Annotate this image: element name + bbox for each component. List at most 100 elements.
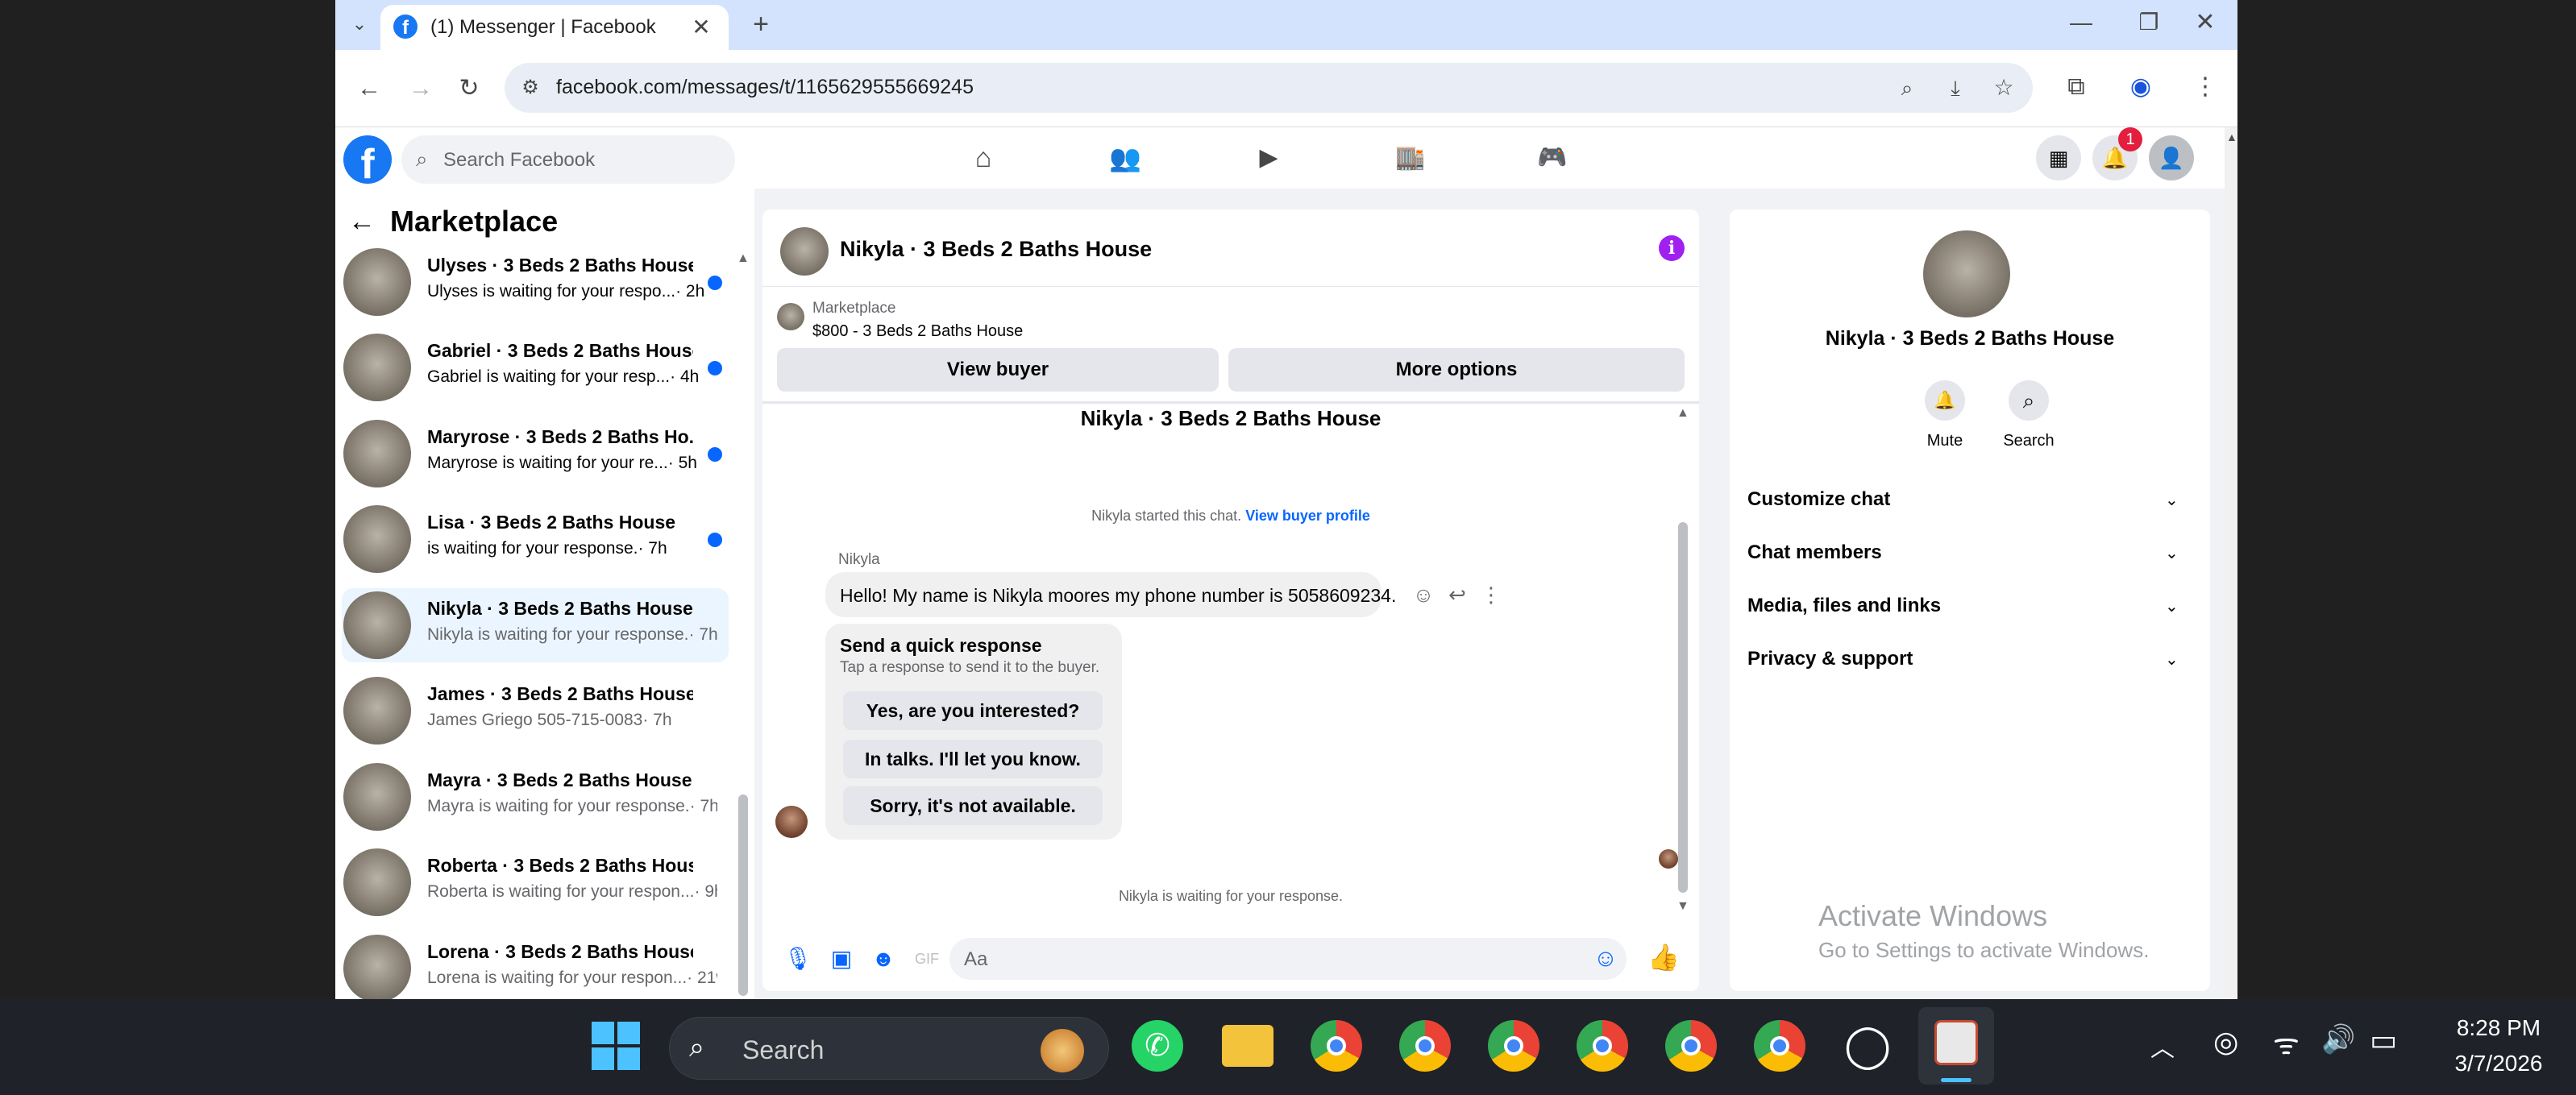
quick-response-interested-button[interactable]: Yes, are you interested? [843,691,1103,730]
message-bubble[interactable]: Hello! My name is Nikyla moores my phone… [825,572,1396,617]
whatsapp-icon[interactable]: ✆ [1132,1020,1183,1072]
customize-chat-section[interactable]: Customize chat [1747,488,1890,511]
chrome-profile-icon[interactable] [1577,1020,1628,1072]
chrome-profile-i-icon[interactable] [1488,1020,1539,1072]
listing-thumbnail [777,303,804,330]
sticker-icon[interactable]: ☻ [867,943,900,975]
home-icon[interactable]: ⌂ [967,142,999,174]
conversation-item[interactable]: Maryrose · 3 Beds 2 Baths Ho... Maryrose… [342,417,729,491]
chevron-down-icon[interactable]: ⌄ [2165,543,2179,563]
attach-photo-icon[interactable]: ▣ [825,943,858,975]
chat-scroll-down-icon[interactable]: ▼ [1676,899,1689,914]
page-scroll-up-icon[interactable]: ▲ [2226,131,2237,143]
conversation-item[interactable]: Lisa · 3 Beds 2 Baths House is waiting f… [342,502,729,576]
gaming-icon[interactable]: 🎮 [1536,142,1568,174]
zoom-icon[interactable]: ⌕ [1891,72,1923,104]
show-hidden-icons-icon[interactable]: ︿ [2150,1028,2175,1064]
chat-avatar[interactable] [780,227,829,276]
video-icon[interactable]: ▶ [1253,142,1285,174]
chat-scrollbar[interactable] [1678,522,1688,893]
extensions-icon[interactable]: ⧉ [2060,71,2092,103]
chrome-profile-b-icon[interactable] [1399,1020,1451,1072]
activate-windows-title: Activate Windows [1818,899,2048,932]
facebook-favicon-icon: f [393,15,418,39]
conversation-item[interactable]: Gabriel · 3 Beds 2 Baths House Gabriel i… [342,330,729,404]
chrome-profile-icon[interactable] [1665,1020,1717,1072]
chevron-down-icon[interactable]: ⌄ [2165,649,2179,670]
quick-response-in-talks-button[interactable]: In talks. I'll let you know. [843,740,1103,778]
reload-icon[interactable]: ↻ [453,73,485,105]
new-tab-icon[interactable]: + [745,8,777,40]
chrome-icon[interactable] [1311,1020,1362,1072]
taskbar-search-box[interactable]: ⌕ Search [669,1017,1109,1080]
chrome-profile-icon[interactable] [1754,1020,1805,1072]
chevron-down-icon[interactable]: ⌄ [2165,596,2179,616]
conversation-item[interactable]: Lorena · 3 Beds 2 Baths House Lorena is … [342,931,729,999]
minimize-icon[interactable]: — [2065,6,2097,39]
account-avatar[interactable]: 👤 [2149,135,2194,180]
sidebar-scrollbar[interactable] [738,794,748,996]
view-buyer-button[interactable]: View buyer [777,348,1219,392]
tab-messenger[interactable]: f (1) Messenger | Facebook ✕ [380,5,729,50]
media-files-links-section[interactable]: Media, files and links [1747,595,1941,617]
close-window-icon[interactable]: ✕ [2189,6,2221,39]
page-scrollbar[interactable]: ▲ [2225,127,2237,999]
search-conversation-icon[interactable]: ⌕ [2009,380,2049,421]
forward-icon[interactable]: → [405,73,437,105]
profile-icon[interactable]: ◉ [2125,71,2157,103]
thumbs-up-icon[interactable]: 👍 [1647,941,1680,973]
info-icon[interactable]: i [1659,235,1685,261]
install-app-icon[interactable]: ⤓ [1939,72,1971,104]
chat-title[interactable]: Nikyla · 3 Beds 2 Baths House [840,237,1152,262]
message-composer-input[interactable]: Aa ☺ [949,938,1627,980]
conversation-item[interactable]: Mayra · 3 Beds 2 Baths House Mayra is wa… [342,760,729,834]
conversation-item[interactable]: James · 3 Beds 2 Baths House James Grieg… [342,674,729,748]
copilot-ring-icon[interactable]: ◯ [1844,1022,1891,1070]
details-avatar[interactable] [1923,230,2010,317]
conversation-name: Nikyla · 3 Beds 2 Baths House [427,598,693,619]
facebook-logo-icon[interactable]: f [343,135,392,188]
friends-icon[interactable]: 👥 [1109,142,1141,174]
wifi-icon[interactable]: ᯤ [2273,1023,2300,1063]
emoji-icon[interactable]: ☺ [1589,943,1622,975]
conversation-item[interactable]: Roberta · 3 Beds 2 Baths House Roberta i… [342,845,729,919]
battery-icon[interactable]: ▭ [2370,1023,2397,1057]
close-tab-icon[interactable]: ✕ [685,11,717,44]
file-explorer-icon[interactable] [1222,1025,1273,1067]
clock-date[interactable]: 3/7/2026 [2426,1051,2571,1076]
conversation-item[interactable]: Ulyses · 3 Beds 2 Baths House Ulyses is … [342,245,729,319]
snipping-tool-icon[interactable] [1918,1007,1994,1085]
chat-members-section[interactable]: Chat members [1747,541,1882,564]
facebook-search-input[interactable]: ⌕ Search Facebook [401,135,735,184]
copilot-tray-icon[interactable]: ◎ [2213,1025,2238,1059]
tab-search-chevron-icon[interactable]: ⌄ [343,8,376,40]
bookmark-star-icon[interactable]: ☆ [1988,72,2020,104]
back-icon[interactable]: ← [353,73,385,105]
privacy-support-section[interactable]: Privacy & support [1747,648,1913,670]
view-buyer-profile-link[interactable]: View buyer profile [1245,508,1370,524]
volume-icon[interactable]: 🔊 [2321,1023,2355,1056]
menu-grid-icon[interactable]: ▦ [2036,135,2081,180]
marketplace-icon[interactable]: 🏬 [1394,142,1427,174]
microphone-icon[interactable]: 🎙 [782,943,814,975]
listing-title[interactable]: $800 - 3 Beds 2 Baths House [812,322,1023,341]
clock-time[interactable]: 8:28 PM [2450,1015,2547,1041]
reply-icon[interactable]: ↩ [1441,579,1473,611]
mute-bell-icon[interactable]: 🔔 [1925,380,1965,421]
chevron-down-icon[interactable]: ⌄ [2165,490,2179,510]
windows-start-icon[interactable] [592,1022,643,1073]
address-bar[interactable]: ⚙ facebook.com/messages/t/11656295556692… [505,63,2033,113]
browser-menu-icon[interactable]: ⋮ [2189,71,2221,103]
conversation-item-active[interactable]: Nikyla · 3 Beds 2 Baths House Nikyla is … [342,588,729,662]
quick-response-not-available-button[interactable]: Sorry, it's not available. [843,786,1103,825]
chat-scroll-up-icon[interactable]: ▲ [1676,406,1689,421]
site-info-icon[interactable]: ⚙ [514,72,546,104]
more-options-button[interactable]: More options [1228,348,1685,392]
chat-panel: Nikyla · 3 Beds 2 Baths House i Marketpl… [762,209,1699,991]
message-more-icon[interactable]: ⋮ [1475,579,1507,611]
gif-icon[interactable]: GIF [911,943,943,975]
back-arrow-icon[interactable]: ← [348,206,376,238]
scroll-up-arrow-icon[interactable]: ▲ [737,251,750,266]
restore-icon[interactable]: ❐ [2133,6,2165,39]
react-emoji-icon[interactable]: ☺ [1407,579,1440,611]
